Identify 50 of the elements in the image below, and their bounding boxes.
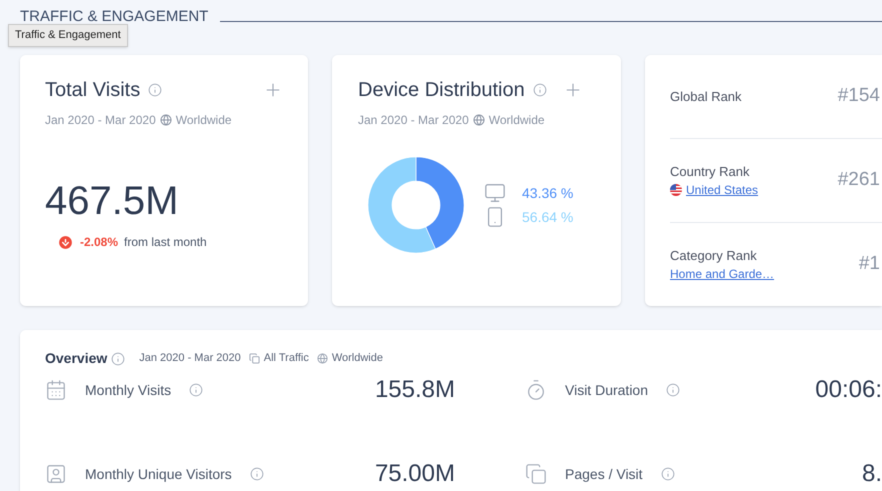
info-icon[interactable]: [148, 83, 162, 97]
traffic-icon: [248, 353, 260, 364]
traffic-label: All Traffic: [264, 351, 309, 366]
metric-value: 8.: [862, 459, 882, 489]
card-title: Total Visits: [45, 78, 140, 103]
globe-icon: [472, 114, 485, 126]
info-icon[interactable]: [250, 467, 264, 481]
globe-icon: [316, 353, 328, 364]
date-range: Jan 2020 - Mar 2020: [358, 112, 469, 129]
metric-label: Monthly Visits: [85, 380, 172, 400]
monitor-icon: [484, 182, 506, 204]
rank-link[interactable]: Home and Garde…: [670, 265, 774, 284]
metric-value: 00:06:: [815, 375, 882, 405]
device-share: 43.36 %: [522, 184, 574, 202]
date-range: Jan 2020 - Mar 2020: [139, 351, 241, 366]
info-icon[interactable]: [660, 467, 675, 481]
metric-label: Pages / Visit: [565, 464, 643, 484]
info-icon[interactable]: [111, 352, 126, 366]
rank-link[interactable]: United States: [686, 181, 758, 200]
person-card-icon: [45, 463, 67, 485]
info-icon[interactable]: [532, 83, 547, 97]
overview-title: Overview: [45, 349, 108, 368]
info-icon[interactable]: [189, 383, 204, 397]
calendar-icon: [45, 379, 67, 401]
rank-value: #154: [838, 84, 880, 108]
change-value: -2.08%: [80, 234, 118, 251]
flag-icon: [670, 184, 682, 196]
region-label: Worldwide: [488, 112, 545, 129]
metric-value: 75.00M: [374, 459, 455, 489]
metric-value: 155.8M: [374, 375, 455, 405]
rank-value: #261: [838, 168, 880, 192]
pages-icon: [525, 463, 547, 485]
globe-icon: [160, 114, 172, 126]
metric-label: Visit Duration: [565, 380, 648, 400]
rank-value: #1: [858, 252, 880, 276]
tooltip: Traffic & Engagement: [8, 24, 128, 46]
rank-label: Country Rank: [670, 162, 750, 181]
rank-label: Global Rank: [670, 88, 742, 106]
region-label: Worldwide: [332, 351, 383, 366]
region-label: Worldwide: [176, 112, 232, 129]
rank-label: Category Rank: [670, 246, 758, 265]
info-icon[interactable]: [666, 383, 680, 397]
stopwatch-icon: [525, 379, 547, 401]
date-range: Jan 2020 - Mar 2020: [45, 112, 156, 129]
device-share: 56.64 %: [522, 208, 574, 226]
card-title: Device Distribution: [358, 78, 525, 103]
change-label: from last month: [124, 234, 207, 251]
metric-label: Monthly Unique Visitors: [85, 464, 232, 484]
section-title: TRAFFIC & ENGAGEMENT: [20, 6, 208, 27]
total-visits-value: 467.5M: [45, 181, 180, 221]
